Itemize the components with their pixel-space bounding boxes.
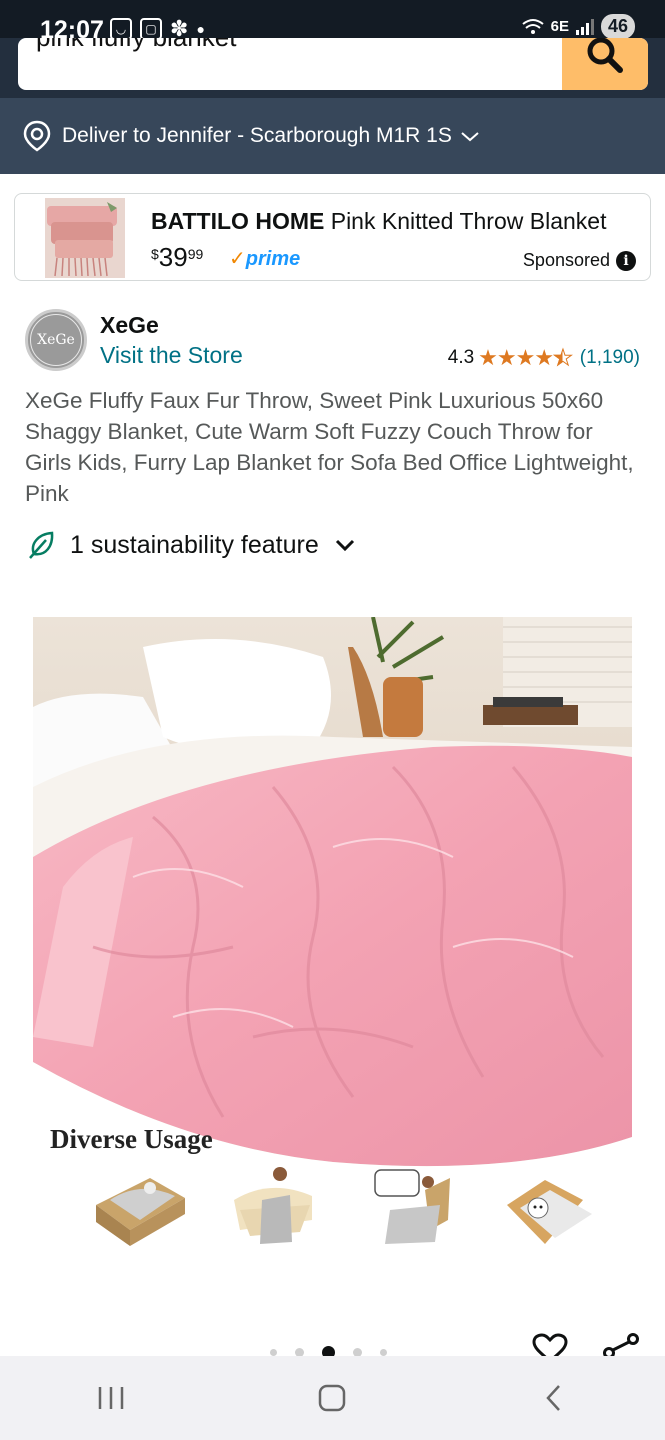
- screen: 12:07 ◡ ▢ ✽ ● 6E 46 pink fluffy blanket …: [0, 0, 665, 1440]
- back-button[interactable]: [514, 1368, 594, 1428]
- home-icon: [319, 1384, 346, 1412]
- sponsored-brand: BATTILO HOME: [151, 208, 325, 234]
- rating-value: 4.3: [447, 347, 475, 368]
- sponsored-price: $ 39 99: [151, 242, 203, 273]
- deliver-to-text: Deliver to Jennifer - Scarborough M1R 1S: [62, 124, 452, 147]
- back-icon: [546, 1385, 561, 1411]
- sustainability-feature-toggle[interactable]: 1 sustainability feature: [28, 530, 357, 560]
- usage-illustrations: [96, 1167, 592, 1246]
- chevron-down-icon: [335, 539, 354, 552]
- sponsored-text: Sponsored: [522, 250, 610, 270]
- product-title: XeGe Fluffy Faux Fur Throw, Sweet Pink L…: [25, 388, 634, 506]
- message-notification-icon: ◡: [110, 18, 132, 40]
- usage-office-icon: [374, 1169, 450, 1244]
- chevron-down-icon: [461, 132, 479, 142]
- home-button[interactable]: [292, 1368, 372, 1428]
- price-whole: 39: [158, 242, 188, 272]
- deliver-to-bar[interactable]: Deliver to Jennifer - Scarborough M1R 1S: [0, 98, 665, 174]
- search-box[interactable]: pink fluffy blanket: [18, 38, 648, 90]
- leaf-icon: [29, 531, 54, 559]
- search-area: pink fluffy blanket: [0, 38, 665, 98]
- search-button[interactable]: [562, 38, 648, 90]
- status-right: 6E 46: [521, 14, 635, 39]
- sustainability-text: 1 sustainability feature: [70, 530, 319, 559]
- carousel-dot[interactable]: [380, 1349, 387, 1356]
- screenshot-notification-icon: ▢: [140, 18, 162, 40]
- usage-bed-icon: [96, 1178, 185, 1246]
- recent-apps-button[interactable]: [71, 1368, 151, 1428]
- store-logo[interactable]: XeGe: [25, 309, 87, 371]
- info-icon[interactable]: i: [616, 250, 636, 271]
- sponsored-product-thumbnail: [45, 198, 125, 278]
- system-navigation-bar: [0, 1356, 665, 1440]
- product-image[interactable]: [33, 617, 632, 1177]
- search-input[interactable]: pink fluffy blanket: [36, 38, 236, 53]
- price-fraction: 99: [187, 246, 204, 262]
- recent-apps-icon: [98, 1387, 124, 1409]
- signal-icon: [575, 18, 594, 35]
- rating-summary[interactable]: 4.3 ★★★★★ (1,190): [448, 345, 640, 371]
- sponsored-title-text: Pink Knitted Throw Blanket: [324, 208, 607, 234]
- store-logo-text: XeGe: [30, 314, 82, 366]
- battery-level: 46: [600, 14, 635, 39]
- location-pin-icon: [23, 120, 51, 152]
- more-notifications-dot-icon: ●: [196, 21, 205, 37]
- star-rating-icon: ★★★★★: [478, 345, 573, 371]
- usage-sofa-icon: [234, 1167, 312, 1244]
- wifi-icon: [521, 18, 544, 34]
- brand-name: XeGe: [100, 312, 159, 338]
- rating-count[interactable]: (1,190): [580, 347, 640, 369]
- price-symbol: $: [151, 246, 159, 262]
- visit-store-link[interactable]: Visit the Store: [100, 342, 243, 369]
- sponsored-label[interactable]: Sponsored i: [523, 250, 636, 271]
- sponsored-product-card[interactable]: BATTILO HOME Pink Knitted Throw Blanket …: [14, 193, 651, 281]
- prime-badge: ✓prime: [229, 246, 300, 271]
- carousel-dot[interactable]: [270, 1349, 277, 1356]
- prime-label: prime: [245, 248, 301, 270]
- sponsored-product-title[interactable]: BATTILO HOME Pink Knitted Throw Blanket: [151, 208, 631, 235]
- prime-check-icon: ✓: [229, 248, 246, 270]
- usage-pet-icon: [507, 1180, 592, 1244]
- search-icon: [587, 38, 623, 73]
- image-caption: Diverse Usage: [50, 1124, 213, 1154]
- network-type: 6E: [550, 18, 569, 35]
